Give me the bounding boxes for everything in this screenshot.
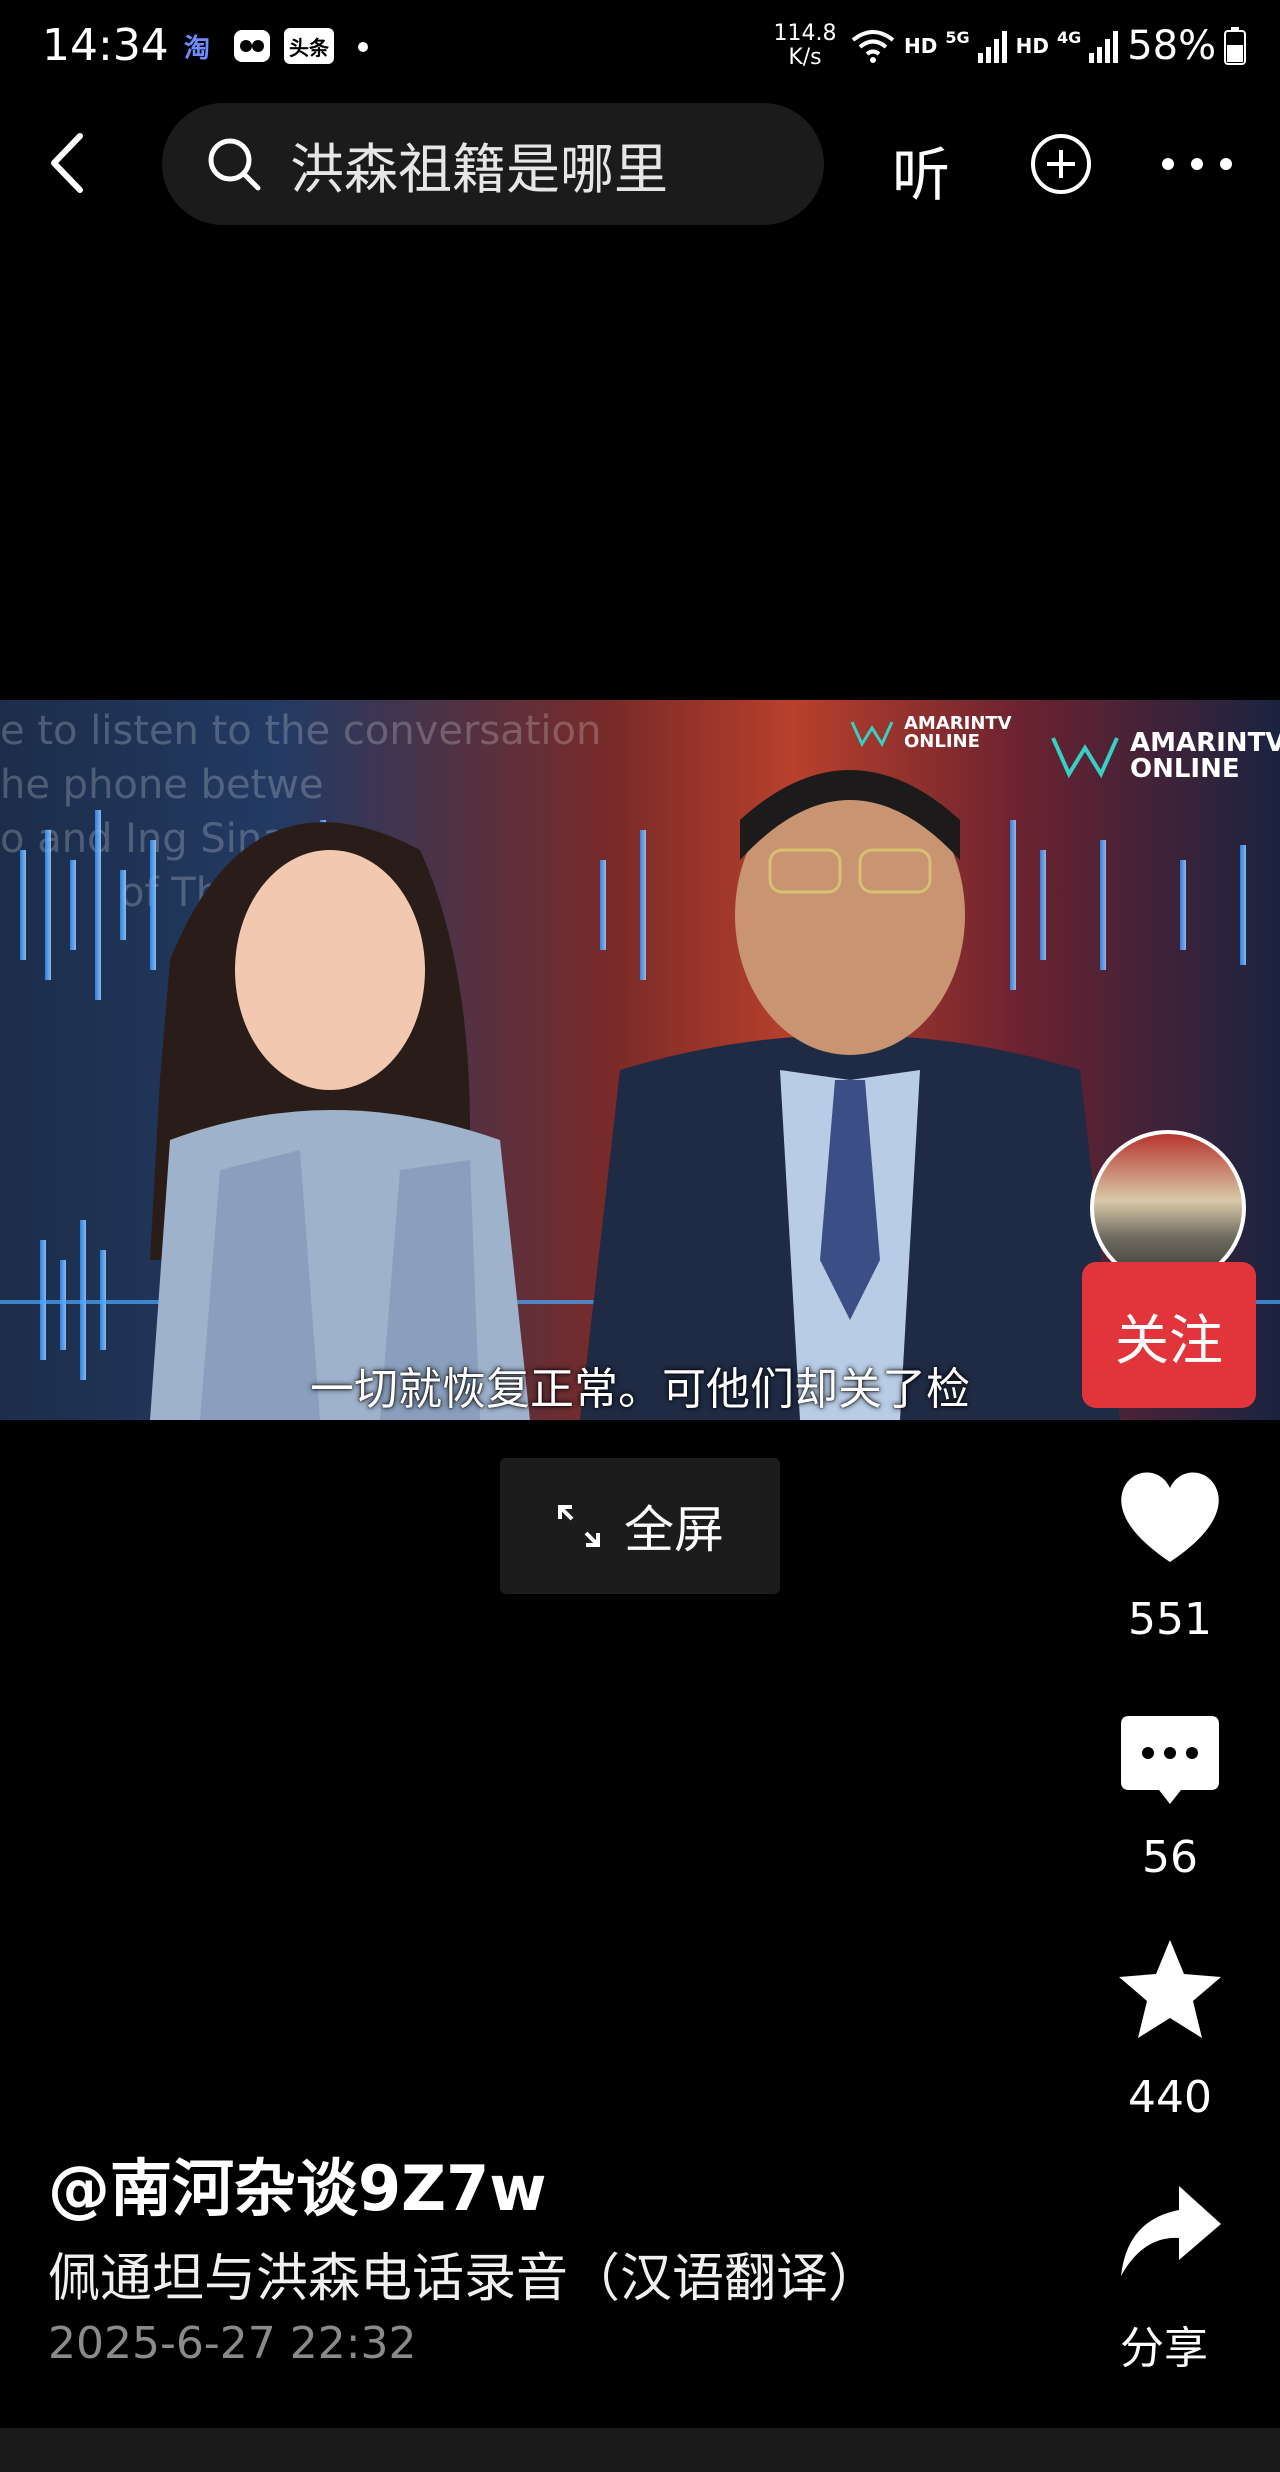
- app-notification-icon: [232, 28, 272, 64]
- search-query: 洪森祖籍是哪里: [290, 137, 668, 201]
- wifi-icon: [851, 30, 895, 63]
- star-icon: [1119, 1940, 1221, 2038]
- add-button[interactable]: [1030, 133, 1092, 195]
- plus-circle-icon: [1031, 134, 1091, 194]
- follow-button[interactable]: 关注: [1082, 1262, 1256, 1408]
- network-5g-label: 5G: [945, 28, 970, 47]
- amarin-watermark-large-text: AMARINTV ONLINE: [1130, 730, 1280, 782]
- back-button[interactable]: [40, 128, 100, 198]
- network-speed-unit: K/s: [788, 45, 822, 70]
- search-box[interactable]: 洪森祖籍是哪里: [162, 103, 824, 225]
- watermark-line: ONLINE: [1130, 754, 1240, 784]
- battery-icon: [1224, 27, 1247, 65]
- amarin-logo-icon: [1051, 737, 1119, 779]
- status-time: 14:34: [42, 20, 169, 71]
- favorite-count: 440: [1128, 2072, 1212, 2123]
- heart-icon: [1121, 1472, 1219, 1562]
- notification-dot-icon: [358, 42, 368, 52]
- taobao-app-icon: 淘: [183, 33, 210, 64]
- more-button[interactable]: [1160, 156, 1234, 172]
- author-name[interactable]: @南河杂谈9Z7w: [48, 2138, 547, 2228]
- share-button[interactable]: [1115, 2180, 1225, 2290]
- like-button[interactable]: [1115, 1462, 1225, 1572]
- search-icon: [208, 138, 261, 191]
- signal-icon-2: [1089, 31, 1119, 63]
- amarin-logo-icon: [850, 721, 894, 748]
- comment-icon: [1121, 1716, 1219, 1804]
- toutiao-app-icon: 头条: [284, 28, 334, 64]
- more-dots-icon: [1162, 158, 1232, 170]
- amarin-watermark-large: AMARINTV ONLINE: [1050, 730, 1280, 782]
- like-count: 551: [1128, 1594, 1212, 1645]
- fullscreen-label: 全屏: [624, 1501, 724, 1559]
- favorite-button[interactable]: [1115, 1936, 1225, 2046]
- network-speed-value: 114.8: [773, 21, 837, 46]
- status-right-cluster: HD 5G HD 4G 58%: [850, 23, 1247, 69]
- comment-count: 56: [1142, 1832, 1198, 1883]
- listen-button[interactable]: 听: [892, 128, 950, 212]
- amarin-watermark-small: AMARINTV ONLINE: [850, 715, 1012, 751]
- share-label: 分享: [1120, 2323, 1208, 2374]
- person-right: [580, 770, 1120, 1420]
- network-4g-label: 4G: [1056, 28, 1082, 47]
- expand-icon: [558, 1505, 600, 1547]
- amarin-watermark-small-text: AMARINTV ONLINE: [904, 715, 1012, 751]
- chevron-left-icon: [51, 133, 83, 193]
- battery-percent: 58%: [1127, 23, 1217, 69]
- hd-label-1: HD: [904, 34, 938, 58]
- bottom-panel[interactable]: [0, 2428, 1280, 2472]
- fullscreen-button[interactable]: 全屏: [500, 1458, 780, 1594]
- publish-time: 2025-6-27 22:32: [48, 2318, 417, 2369]
- watermark-line: AMARINTV: [1130, 728, 1280, 758]
- share-arrow-icon: [1121, 2186, 1221, 2276]
- hd-label-2: HD: [1015, 34, 1049, 58]
- watermark-line: ONLINE: [904, 731, 980, 752]
- video-title: 佩通坦与洪森电话录音（汉语翻译）: [48, 2249, 881, 2309]
- person-left: [150, 822, 530, 1420]
- comment-button[interactable]: [1115, 1708, 1225, 1818]
- network-speed: 114.8 K/s: [770, 22, 840, 70]
- signal-icon-1: [977, 31, 1007, 63]
